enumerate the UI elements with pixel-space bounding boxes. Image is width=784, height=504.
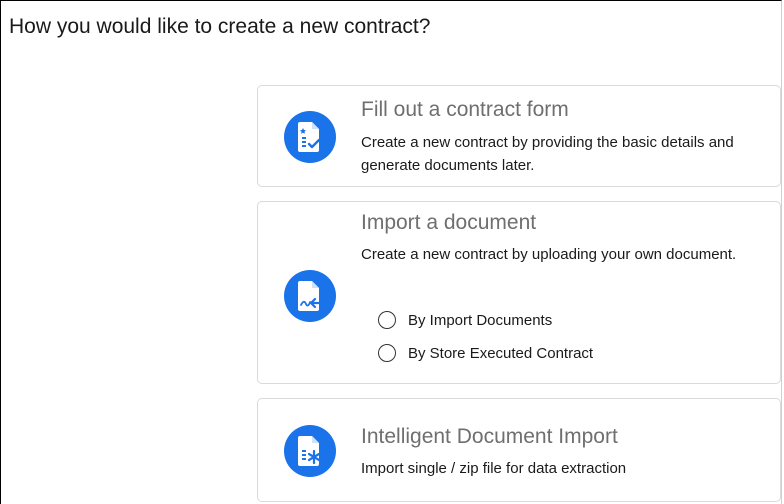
- page-title: How you would like to create a new contr…: [9, 15, 431, 38]
- option-description: Create a new contract by uploading your …: [361, 246, 737, 263]
- page-frame: How you would like to create a new contr…: [0, 0, 782, 504]
- radio-label: By Store Executed Contract: [408, 344, 594, 362]
- radio-label: By Import Documents: [408, 311, 553, 329]
- intelligent-import-icon: [284, 425, 336, 477]
- option-title: Import a document: [361, 211, 537, 234]
- radio-button[interactable]: [378, 344, 396, 362]
- option-card-intelligent-import[interactable]: Intelligent Document Import Import singl…: [257, 398, 781, 502]
- option-description: Import single / zip file for data extrac…: [361, 460, 627, 477]
- option-description: Create a new contract by providing the b…: [361, 134, 734, 174]
- contract-form-icon: [284, 111, 336, 163]
- option-title: Fill out a contract form: [361, 98, 569, 121]
- import-document-icon: [284, 270, 336, 322]
- radio-import-documents[interactable]: By Import Documents: [378, 311, 552, 329]
- option-card-contract-form[interactable]: Fill out a contract form Create a new co…: [257, 85, 781, 187]
- option-title: Intelligent Document Import: [361, 425, 618, 448]
- radio-store-executed-contract[interactable]: By Store Executed Contract: [378, 344, 593, 362]
- radio-button[interactable]: [378, 311, 396, 329]
- option-card-import-document[interactable]: Import a document Create a new contract …: [257, 201, 781, 384]
